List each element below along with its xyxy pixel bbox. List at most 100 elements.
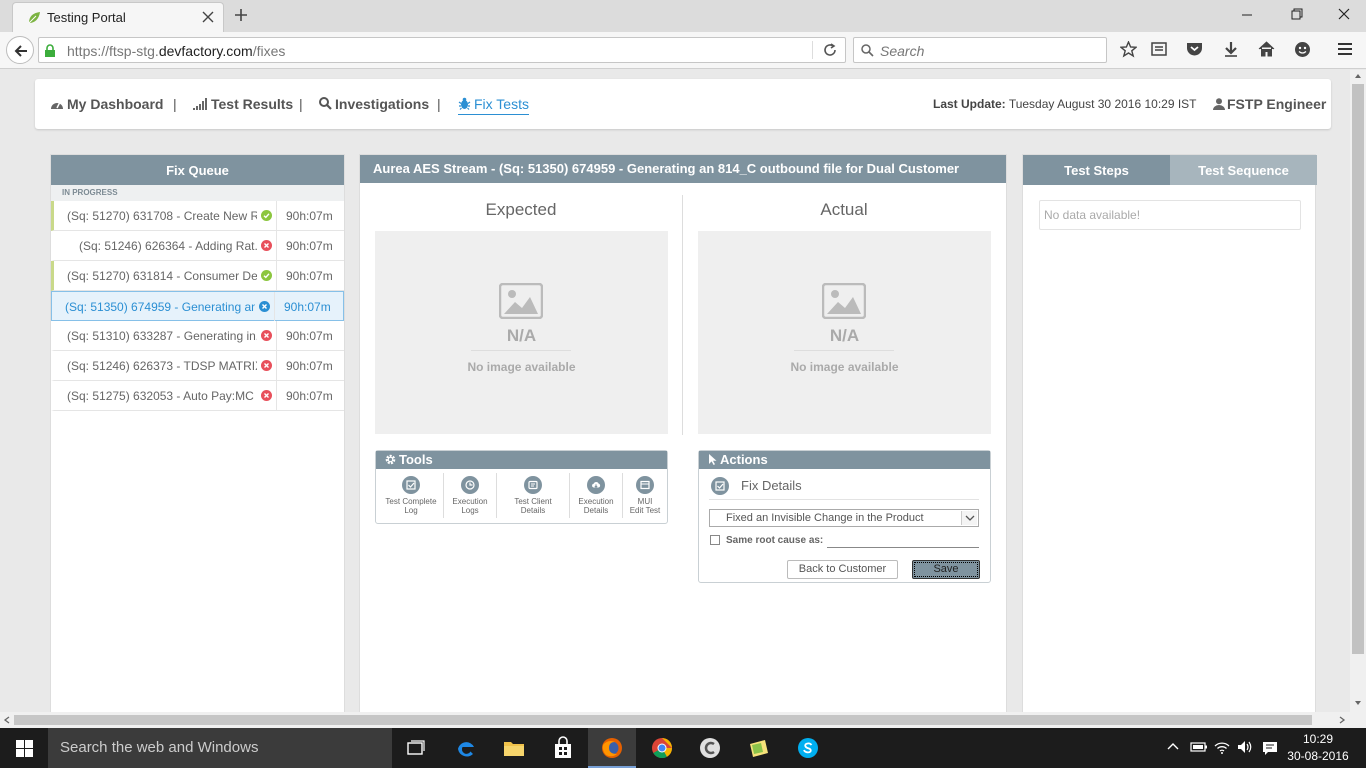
actions-divider xyxy=(709,499,979,500)
new-tab-icon[interactable] xyxy=(234,8,248,22)
fail-x-icon xyxy=(261,330,272,341)
nav-test-results[interactable]: Test Results xyxy=(193,96,293,112)
row-divider xyxy=(276,231,277,260)
tool-execution-logs[interactable]: Execution Logs xyxy=(444,476,496,515)
vertical-scroll-thumb[interactable] xyxy=(1352,84,1364,654)
tool-execution-details[interactable]: Execution Details xyxy=(570,476,622,515)
home-icon[interactable] xyxy=(1258,41,1275,57)
queue-row-time: 90h:07m xyxy=(286,329,333,343)
chrome-icon xyxy=(652,738,673,759)
store-app[interactable] xyxy=(539,728,587,768)
menu-icon[interactable] xyxy=(1337,41,1353,57)
queue-row-selected[interactable]: (Sq: 51350) 674959 - Generating an... 90… xyxy=(51,291,344,321)
ccleaner-app[interactable] xyxy=(686,728,734,768)
file-explorer-app[interactable] xyxy=(490,728,538,768)
nav-investigations[interactable]: Investigations xyxy=(319,96,429,112)
scroll-up-icon[interactable] xyxy=(1350,70,1366,82)
volume-icon[interactable] xyxy=(1237,740,1253,754)
address-bar[interactable]: https://ftsp-stg.devfactory.com/fixes xyxy=(38,37,846,63)
tab-test-sequence[interactable]: Test Sequence xyxy=(1170,155,1317,185)
close-window-icon[interactable] xyxy=(1338,8,1350,20)
pass-check-icon xyxy=(261,210,272,221)
tray-chevron-up-icon[interactable] xyxy=(1166,740,1180,754)
image-placeholder-icon xyxy=(499,283,543,319)
row-divider xyxy=(276,201,277,230)
fail-x-icon xyxy=(261,390,272,401)
queue-row[interactable]: (Sq: 51246) 626373 - TDSP MATRIX ... 90h… xyxy=(51,351,344,381)
nav-my-dashboard[interactable]: My Dashboard xyxy=(50,96,163,112)
queue-row[interactable]: (Sq: 51310) 633287 - Generating in... 90… xyxy=(51,321,344,351)
store-bag-icon xyxy=(555,736,571,758)
browser-tab[interactable]: Testing Portal xyxy=(12,2,224,32)
scroll-down-icon[interactable] xyxy=(1350,697,1366,709)
queue-row[interactable]: (Sq: 51270) 631814 - Consumer De... 90h:… xyxy=(51,261,344,291)
vertical-scrollbar[interactable] xyxy=(1350,70,1366,712)
task-view-icon xyxy=(407,740,425,755)
column-divider xyxy=(682,195,683,435)
tool-test-complete-log[interactable]: Test Complete Log xyxy=(378,476,444,515)
scroll-left-icon[interactable] xyxy=(2,714,12,726)
hello-chat-icon[interactable] xyxy=(1294,41,1311,58)
expected-image[interactable]: N/A No image available xyxy=(375,231,668,434)
save-button[interactable]: Save xyxy=(912,560,980,579)
nav-label: Investigations xyxy=(335,96,430,112)
notes-icon xyxy=(750,740,768,757)
tab-test-steps[interactable]: Test Steps xyxy=(1023,155,1170,185)
skype-app[interactable] xyxy=(784,728,832,768)
maximize-icon[interactable] xyxy=(1291,8,1303,20)
browser-tabbar: Testing Portal xyxy=(0,0,1366,32)
queue-row[interactable]: (Sq: 51246) 626364 - Adding Rat... 90h:0… xyxy=(51,231,344,261)
tool-test-client-details[interactable]: Test Client Details xyxy=(497,476,569,515)
queue-row[interactable]: (Sq: 51270) 631708 - Create New R... 90h… xyxy=(51,201,344,231)
horizontal-scrollbar[interactable] xyxy=(0,712,1366,728)
battery-icon[interactable] xyxy=(1190,740,1208,754)
queue-row[interactable]: (Sq: 51275) 632053 - Auto Pay:MC (... 90… xyxy=(51,381,344,411)
na-label: N/A xyxy=(506,326,537,345)
download-icon[interactable] xyxy=(1223,41,1239,57)
nav-fix-tests[interactable]: Fix Tests xyxy=(458,96,529,115)
url-text: https://ftsp-stg.devfactory.com/fixes xyxy=(67,43,286,59)
taskbar-search-input[interactable]: Search the web and Windows xyxy=(48,728,392,768)
back-to-customer-button[interactable]: Back to Customer xyxy=(787,560,898,579)
reload-icon[interactable] xyxy=(823,43,837,57)
url-divider xyxy=(812,41,813,59)
queue-row-time: 90h:07m xyxy=(284,300,331,314)
queue-row-title: (Sq: 51246) 626373 - TDSP MATRIX ... xyxy=(67,359,257,373)
firefox-app[interactable] xyxy=(588,728,636,768)
scroll-right-icon[interactable] xyxy=(1337,714,1347,726)
queue-section-label: IN PROGRESS xyxy=(51,185,344,201)
edge-app[interactable] xyxy=(442,728,490,768)
same-root-cause-input[interactable] xyxy=(827,547,979,548)
test-steps-panel: Test Steps Test Sequence No data availab… xyxy=(1022,154,1317,712)
bookmark-star-icon[interactable] xyxy=(1120,41,1137,58)
action-center-icon[interactable] xyxy=(1262,740,1278,756)
fix-reason-select[interactable]: Fixed an Invisible Change in the Product xyxy=(709,509,979,527)
na-underline xyxy=(794,350,894,351)
queue-row-title: (Sq: 51246) 626364 - Adding Rat... xyxy=(79,239,257,253)
tool-mui-edit-test[interactable]: MUI Edit Test xyxy=(623,476,667,515)
row-divider xyxy=(274,292,275,321)
windows-taskbar: Search the web and Windows 10:29 30-08-2… xyxy=(0,728,1366,768)
minimize-icon[interactable] xyxy=(1241,8,1253,20)
windows-logo-icon xyxy=(16,740,33,757)
fix-detail-title: Aurea AES Stream - (Sq: 51350) 674959 - … xyxy=(360,155,1006,183)
close-tab-icon[interactable] xyxy=(202,11,214,23)
firefox-icon xyxy=(602,738,622,758)
task-view-button[interactable] xyxy=(392,728,440,768)
system-clock[interactable]: 10:29 30-08-2016 xyxy=(1282,731,1354,765)
na-label: N/A xyxy=(829,326,860,345)
start-button[interactable] xyxy=(0,728,48,768)
chrome-app[interactable] xyxy=(638,728,686,768)
horizontal-scroll-thumb[interactable] xyxy=(14,715,1312,725)
clock-date: 30-08-2016 xyxy=(1287,749,1349,763)
reading-list-icon[interactable] xyxy=(1151,41,1167,57)
user-menu[interactable]: FSTP Engineer xyxy=(1213,96,1326,112)
browser-search-input[interactable]: Search xyxy=(853,37,1107,63)
actual-image[interactable]: N/A No image available xyxy=(698,231,991,434)
back-button[interactable] xyxy=(6,36,34,64)
same-root-cause-checkbox[interactable] xyxy=(710,535,720,545)
wifi-icon[interactable] xyxy=(1214,740,1230,754)
pocket-icon[interactable] xyxy=(1186,41,1203,57)
sticky-notes-app[interactable] xyxy=(735,728,783,768)
nav-separator: | xyxy=(437,96,441,112)
